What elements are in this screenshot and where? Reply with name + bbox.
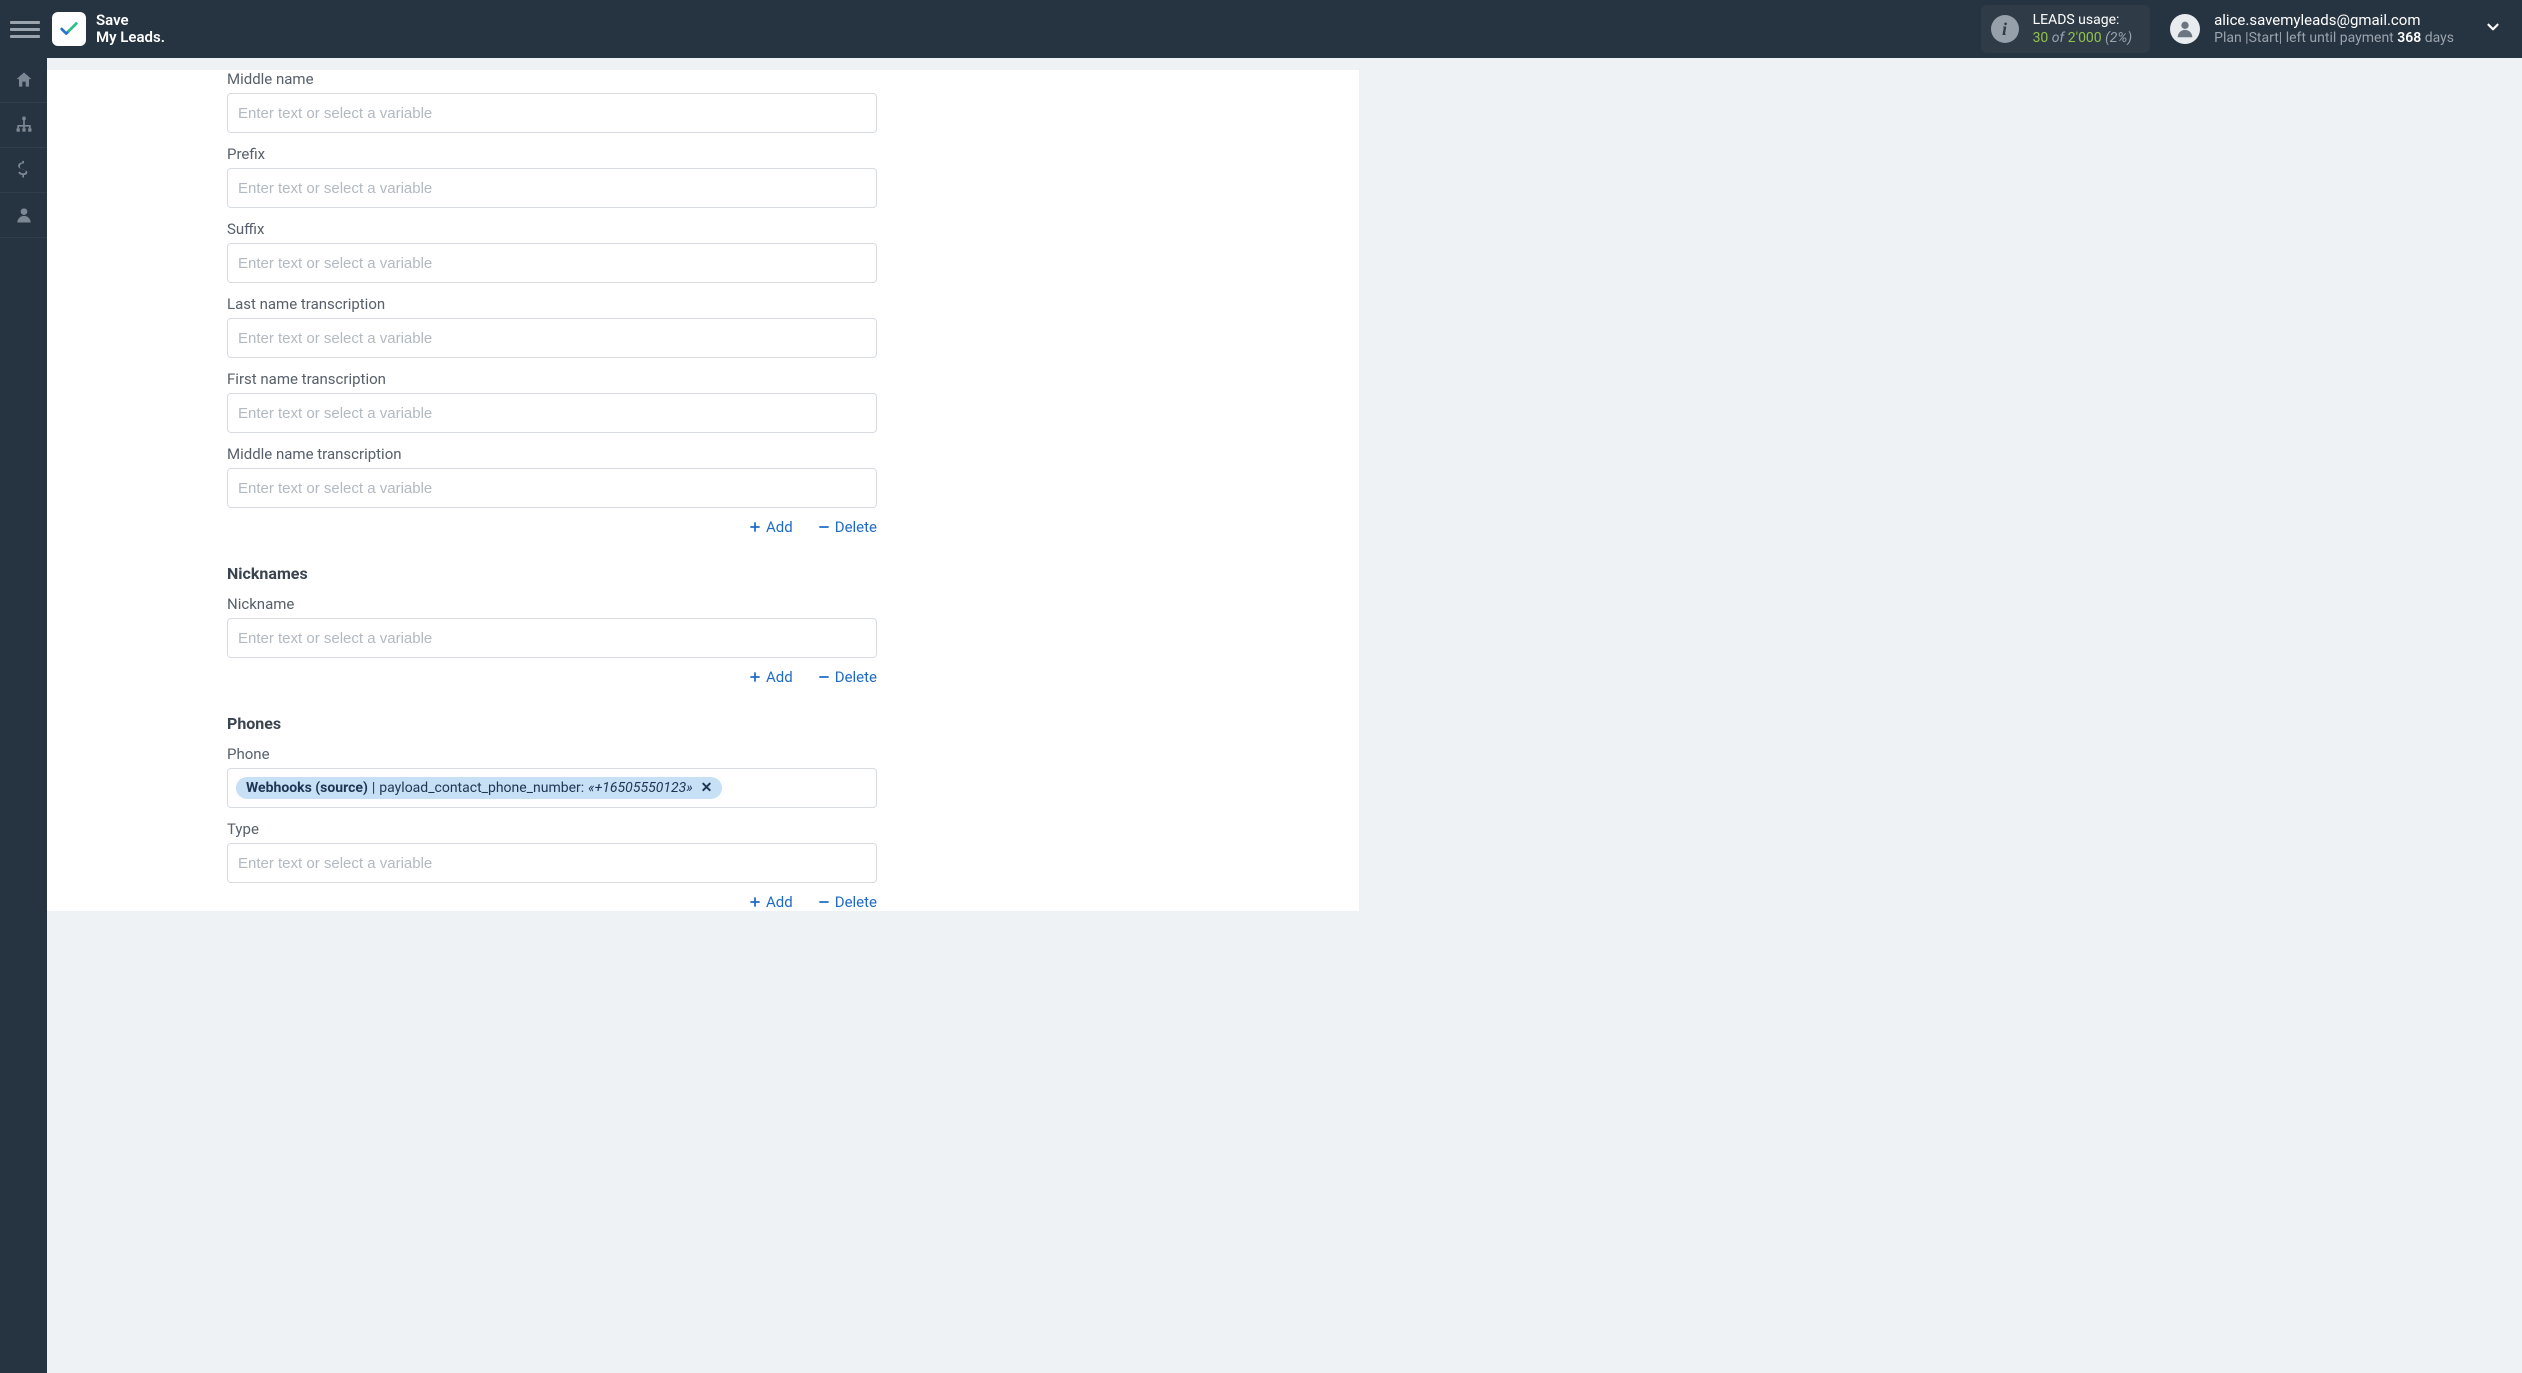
nickname-input[interactable] [227, 618, 877, 658]
suffix-input[interactable] [227, 243, 877, 283]
middle-name-transcription-input[interactable] [227, 468, 877, 508]
menu-toggle-button[interactable] [10, 14, 40, 44]
middle-name-label: Middle name [227, 70, 877, 88]
prefix-input[interactable] [227, 168, 877, 208]
delete-phone-button[interactable]: Delete [817, 893, 877, 911]
phone-input[interactable]: Webhooks (source) | payload_contact_phon… [227, 768, 877, 808]
first-name-transcription-input[interactable] [227, 393, 877, 433]
user-info: alice.savemyleads@gmail.com Plan |Start|… [2214, 11, 2454, 47]
brand-logo[interactable]: Save My Leads. [52, 12, 165, 46]
type-input[interactable] [227, 843, 877, 883]
usage-text: LEADS usage: 30 of 2'000 (2%) [2033, 11, 2133, 47]
brand-name: Save My Leads. [96, 12, 165, 46]
sidebar-item-home[interactable] [0, 58, 47, 103]
last-name-transcription-input[interactable] [227, 318, 877, 358]
user-menu[interactable]: alice.savemyleads@gmail.com Plan |Start|… [2170, 11, 2454, 47]
plus-icon [748, 520, 762, 534]
avatar-icon [2170, 14, 2200, 44]
plus-icon [748, 670, 762, 684]
first-name-transcription-label: First name transcription [227, 370, 877, 388]
pill-separator: | [372, 780, 375, 796]
app-header: Save My Leads. i LEADS usage: 30 of 2'00… [0, 0, 2522, 58]
leads-usage-box[interactable]: i LEADS usage: 30 of 2'000 (2%) [1981, 5, 2151, 53]
last-name-transcription-label: Last name transcription [227, 295, 877, 313]
delete-name-button[interactable]: Delete [817, 518, 877, 536]
pill-source: Webhooks (source) [246, 780, 368, 796]
sidebar-item-connections[interactable] [0, 103, 47, 148]
info-icon: i [1991, 15, 2019, 43]
prefix-label: Prefix [227, 145, 877, 163]
nicknames-heading: Nicknames [227, 564, 877, 583]
minus-icon [817, 670, 831, 684]
middle-name-transcription-label: Middle name transcription [227, 445, 877, 463]
add-nickname-button[interactable]: Add [748, 668, 793, 686]
nickname-label: Nickname [227, 595, 877, 613]
logo-icon [52, 12, 86, 46]
plus-icon [748, 895, 762, 909]
add-name-button[interactable]: Add [748, 518, 793, 536]
chevron-down-icon[interactable] [2484, 18, 2502, 40]
sidebar [0, 58, 47, 1373]
sidebar-item-account[interactable] [0, 193, 47, 238]
minus-icon [817, 520, 831, 534]
middle-name-input[interactable] [227, 93, 877, 133]
minus-icon [817, 895, 831, 909]
phones-heading: Phones [227, 714, 877, 733]
suffix-label: Suffix [227, 220, 877, 238]
delete-nickname-button[interactable]: Delete [817, 668, 877, 686]
add-phone-button[interactable]: Add [748, 893, 793, 911]
pill-value: «+16505550123» [588, 780, 693, 796]
phone-label: Phone [227, 745, 877, 763]
remove-pill-icon[interactable]: ✕ [701, 780, 713, 796]
main-content: Middle name Prefix Suffix Last name tran… [47, 58, 2522, 1373]
sidebar-item-billing[interactable] [0, 148, 47, 193]
pill-key: payload_contact_phone_number: [379, 780, 584, 796]
phone-variable-pill[interactable]: Webhooks (source) | payload_contact_phon… [236, 777, 722, 799]
type-label: Type [227, 820, 877, 838]
